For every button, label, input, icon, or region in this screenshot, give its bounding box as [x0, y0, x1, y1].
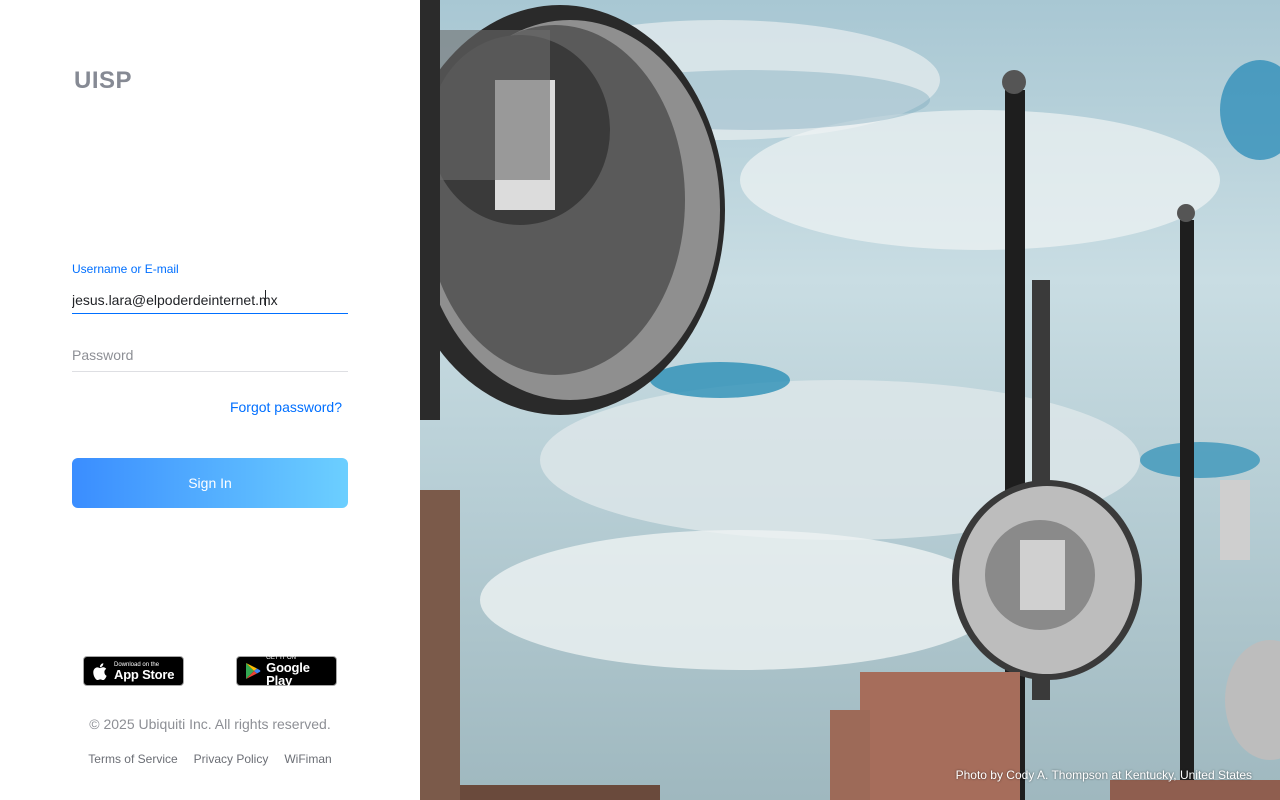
background-photo: Photo by Cody A. Thompson at Kentucky, U… [420, 0, 1280, 800]
appstore-big-text: App Store [114, 666, 175, 682]
wifiman-link[interactable]: WiFiman [284, 752, 331, 766]
forgot-password-link[interactable]: Forgot password? [230, 399, 342, 415]
username-input[interactable] [72, 286, 348, 314]
footer-links: Terms of Service Privacy Policy WiFiman [0, 752, 420, 766]
privacy-policy-link[interactable]: Privacy Policy [194, 752, 269, 766]
sign-in-button[interactable]: Sign In [72, 458, 348, 508]
google-play-icon [243, 662, 262, 680]
apple-icon [90, 662, 110, 680]
app-store-badge[interactable]: Download on the App Store [83, 656, 184, 686]
gplay-big-text: Google Play [266, 660, 310, 688]
uisp-logo: UISP [72, 66, 132, 96]
login-panel: UISP Username or E-mail Forgot password?… [0, 0, 420, 800]
username-label: Username or E-mail [72, 262, 179, 276]
copyright-text: © 2025 Ubiquiti Inc. All rights reserved… [89, 716, 331, 732]
photo-credit: Photo by Cody A. Thompson at Kentucky, U… [955, 768, 1252, 782]
password-input[interactable] [72, 338, 348, 372]
photo-illustration [420, 0, 1280, 800]
google-play-badge[interactable]: GET IT ON Google Play [236, 655, 337, 688]
terms-of-service-link[interactable]: Terms of Service [88, 752, 177, 766]
text-cursor [265, 290, 266, 306]
logo-text: UISP [74, 67, 133, 94]
